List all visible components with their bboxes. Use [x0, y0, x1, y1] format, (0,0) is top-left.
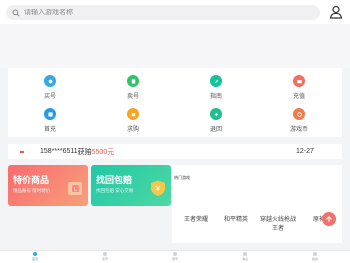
menu-item-label: 游戏币	[289, 127, 308, 133]
arrow-up-icon	[326, 216, 332, 222]
notice-amount: 5500元	[91, 148, 115, 156]
menu-item-request[interactable]: 求购	[103, 108, 163, 136]
tab-home[interactable]: 首页	[28, 252, 42, 261]
menu-item-guide[interactable]: 指南	[186, 75, 246, 103]
menu-item-first-charge[interactable]: 首充	[20, 108, 80, 136]
top-bar	[0, 0, 350, 24]
menu-grid: 买号 卖号 指南 充值 首充 求购 退回 游戏币	[8, 68, 342, 137]
tab-messages[interactable]: 消息	[238, 252, 252, 261]
promo-title: 特价商品	[13, 175, 50, 185]
hot-games-title: 热门游戏	[174, 175, 190, 180]
svg-text:L: L	[74, 187, 77, 193]
svg-text:¥: ¥	[156, 186, 160, 193]
hot-game-item[interactable]: 穿越火线枪战王者	[258, 216, 298, 234]
sell-icon	[127, 75, 139, 87]
menu-item-buy-account[interactable]: 买号	[20, 75, 80, 103]
menu-item-refund[interactable]: 退回	[186, 108, 246, 136]
menu-item-label: 指南	[209, 94, 222, 100]
request-icon	[127, 108, 139, 120]
hot-game-item[interactable]: 和平精英	[216, 216, 256, 225]
user-icon[interactable]	[329, 5, 343, 19]
menu-item-sell-account[interactable]: 卖号	[103, 75, 163, 103]
menu-item-label: 买号	[43, 94, 56, 100]
promo-title: 找回包赔	[96, 175, 133, 185]
tab-label: 消息	[241, 257, 248, 261]
tab-label: 卖号	[171, 257, 178, 261]
tab-profile[interactable]: 我的	[308, 252, 322, 261]
buy-tab-icon	[103, 252, 107, 256]
first-charge-icon	[44, 108, 56, 120]
tab-label: 首页	[31, 257, 38, 261]
compensation-notice: 158****6511 获赔 5500元 12-27	[8, 144, 342, 159]
bottom-tab-bar: 首页 买号 卖号 消息 我的	[0, 250, 350, 263]
hot-games-panel: 热门游戏 王者荣耀 和平精英 穿越火线枪战王者 原神	[172, 165, 342, 243]
tab-sell[interactable]: 卖号	[168, 252, 182, 261]
promo-subtitle: 精品账号 限时特价	[13, 188, 51, 193]
tab-buy[interactable]: 买号	[98, 252, 112, 261]
notice-tag	[20, 150, 24, 153]
refund-icon	[210, 108, 222, 120]
menu-item-game-coin[interactable]: 游戏币	[269, 108, 329, 136]
search-icon	[12, 8, 20, 17]
coin-icon	[293, 108, 305, 120]
wallet-icon	[293, 75, 305, 87]
profile-icon	[313, 252, 317, 256]
buy-icon	[44, 75, 56, 87]
shield-icon: ¥	[151, 180, 165, 196]
search-input[interactable]	[24, 9, 284, 16]
notice-phone: 158****6511	[40, 148, 78, 155]
tab-label: 我的	[311, 257, 318, 261]
hot-game-item[interactable]: 王者荣耀	[176, 216, 216, 225]
banner-area	[0, 24, 350, 68]
menu-item-label: 首充	[43, 127, 56, 133]
recovery-guarantee-card[interactable]: 找回包赔 找回包赔 安心交易 ¥	[91, 165, 171, 206]
compass-icon	[210, 75, 222, 87]
menu-item-label: 卖号	[126, 94, 139, 100]
menu-item-label: 退回	[209, 127, 222, 133]
notice-date: 12-27	[296, 148, 314, 155]
menu-item-recharge[interactable]: 充值	[269, 75, 329, 103]
menu-item-label: 充值	[292, 94, 305, 100]
home-icon	[33, 252, 37, 256]
menu-item-label: 求购	[126, 127, 139, 133]
special-offer-card[interactable]: 特价商品 精品账号 限时特价 L	[8, 165, 88, 206]
sell-tab-icon	[173, 252, 177, 256]
promo-subtitle: 找回包赔 安心交易	[96, 188, 134, 193]
gift-icon: L	[68, 182, 82, 195]
tab-label: 买号	[101, 257, 108, 261]
notice-won-label: 获赔	[77, 148, 92, 156]
search-bar[interactable]	[6, 5, 320, 20]
back-to-top-button[interactable]	[322, 212, 336, 226]
message-icon	[243, 252, 247, 256]
